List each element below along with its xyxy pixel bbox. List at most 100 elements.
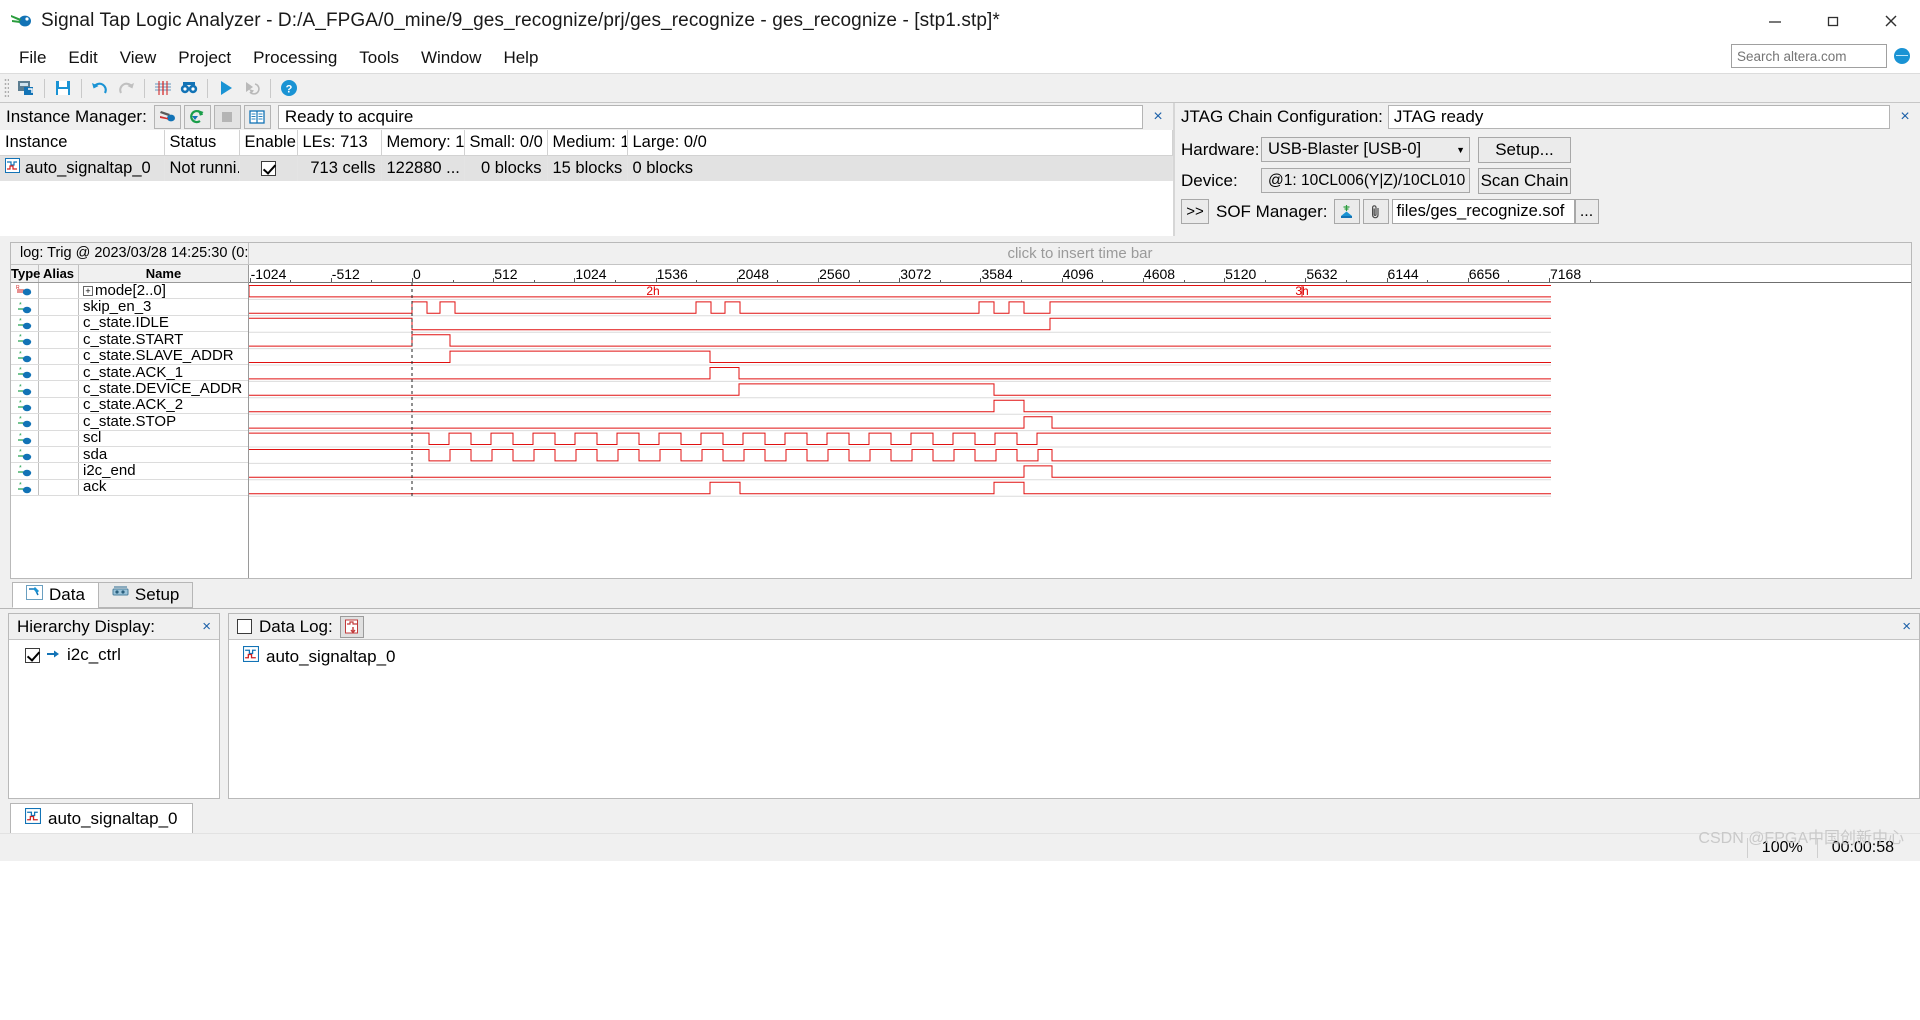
col-enable[interactable]: Enable (239, 130, 298, 156)
signal-alias-cell[interactable] (39, 446, 79, 463)
menu-view[interactable]: View (109, 45, 168, 71)
col-name[interactable]: Name (79, 265, 248, 282)
menu-processing[interactable]: Processing (242, 45, 348, 71)
menu-file[interactable]: File (8, 45, 57, 71)
signal-alias-cell[interactable] (39, 381, 79, 397)
signal-row[interactable]: * scl (11, 430, 248, 447)
col-medium[interactable]: Medium: 1! (547, 130, 628, 156)
col-small[interactable]: Small: 0/0 (464, 130, 548, 156)
signal-alias-cell[interactable] (39, 397, 79, 414)
jtag-status-field[interactable]: JTAG ready (1387, 104, 1890, 129)
hierarchy-checkbox[interactable] (25, 647, 40, 663)
col-alias[interactable]: Alias (39, 265, 79, 282)
redo-icon[interactable] (113, 75, 139, 101)
help-icon[interactable]: ? (276, 75, 302, 101)
col-large[interactable]: Large: 0/0 (627, 130, 1173, 156)
signal-row[interactable]: * c_state.STOP (11, 414, 248, 431)
close-button[interactable] (1862, 0, 1920, 42)
signal-row[interactable]: * i2c_end (11, 463, 248, 480)
waveform-plot[interactable]: 2h 3h (249, 283, 1911, 503)
list-item[interactable]: i2c_ctrl (9, 640, 219, 665)
signal-row[interactable]: * skip_en_3 (11, 299, 248, 316)
close-instance-panel-button[interactable]: × (1143, 105, 1173, 129)
signal-alias-cell[interactable] (39, 283, 79, 299)
signal-alias-cell[interactable] (39, 299, 79, 315)
new-stp-icon[interactable] (13, 75, 39, 101)
signal-alias-cell[interactable] (39, 463, 79, 479)
menu-window[interactable]: Window (410, 45, 492, 71)
signal-alias-cell[interactable] (39, 430, 79, 446)
paperclip-icon[interactable] (1362, 199, 1389, 224)
close-hierarchy-button[interactable]: × (198, 618, 215, 635)
signal-row[interactable]: * c_state.SLAVE_ADDR (11, 348, 248, 365)
maximize-button[interactable] (1804, 0, 1862, 42)
sof-browse-button[interactable]: ... (1574, 199, 1599, 224)
sof-expand-button[interactable]: >> (1181, 199, 1209, 224)
tab-setup[interactable]: Setup (97, 582, 194, 608)
signal-alias-cell[interactable] (39, 332, 79, 348)
sof-file-field[interactable]: files/ges_recognize.sof (1391, 199, 1575, 224)
col-memory[interactable]: Memory: 1 (381, 130, 465, 156)
col-les[interactable]: LEs: 713 (297, 130, 382, 156)
menu-help[interactable]: Help (492, 45, 549, 71)
signal-row[interactable]: * c_state.START (11, 332, 248, 349)
col-status[interactable]: Status (164, 130, 240, 156)
signal-alias-cell[interactable] (39, 479, 79, 496)
scan-chain-button[interactable]: Scan Chain (1478, 167, 1571, 194)
enable-checkbox[interactable] (260, 160, 276, 176)
ruler-minor-tick (1589, 280, 1591, 282)
close-data-log-button[interactable]: × (1898, 618, 1915, 635)
close-jtag-panel-button[interactable]: × (1890, 105, 1920, 129)
signal-row[interactable]: * c_state.IDLE (11, 315, 248, 333)
setup-tab-icon (112, 585, 129, 605)
instance-status-field[interactable]: Ready to acquire (277, 104, 1143, 129)
menu-project[interactable]: Project (167, 45, 242, 71)
signal-alias-cell[interactable] (39, 315, 79, 332)
signal-row[interactable]: * c_state.ACK_1 (11, 364, 248, 382)
table-row[interactable]: auto_signaltap_0 Not runni... 713 cells … (0, 155, 1173, 181)
signal-row[interactable]: R + mode[2..0] (11, 283, 248, 300)
insert-node-icon[interactable] (150, 75, 176, 101)
data-log-checkbox[interactable] (237, 619, 252, 634)
col-instance[interactable]: Instance (0, 130, 165, 156)
run-analysis-icon[interactable] (213, 75, 239, 101)
hardware-combobox[interactable]: USB-Blaster [USB-0] ▼ (1261, 137, 1470, 162)
device-combobox[interactable]: @1: 10CL006(Y|Z)/10CL010 ▼ (1261, 168, 1470, 193)
run-analysis-button[interactable] (153, 104, 181, 129)
autorun-analysis-button[interactable] (183, 104, 211, 129)
signal-alias-cell[interactable] (39, 414, 79, 430)
insert-time-bar-hint[interactable]: click to insert time bar (249, 243, 1911, 264)
expand-icon[interactable]: + (83, 285, 93, 296)
tab-setup-label: Setup (134, 585, 180, 604)
search-input[interactable] (1731, 44, 1887, 68)
menu-tools[interactable]: Tools (348, 45, 410, 71)
minimize-button[interactable] (1746, 0, 1804, 42)
signal-row[interactable]: * c_state.ACK_2 (11, 397, 248, 415)
col-type[interactable]: Type (11, 265, 40, 282)
document-tab[interactable]: auto_signaltap_0 (10, 803, 193, 833)
signal-alias-cell[interactable] (39, 364, 79, 381)
globe-icon[interactable] (1894, 48, 1910, 64)
stop-analysis-button[interactable] (213, 104, 241, 129)
toolbar-grip[interactable] (4, 78, 9, 98)
read-data-button[interactable] (243, 104, 271, 129)
find-icon[interactable] (176, 75, 202, 101)
signal-row[interactable]: * sda (11, 446, 248, 464)
setup-button[interactable]: Setup... (1478, 136, 1571, 163)
program-device-icon[interactable] (1333, 199, 1360, 224)
undo-icon[interactable] (87, 75, 113, 101)
signal-row[interactable]: * c_state.DEVICE_ADDR (11, 381, 248, 398)
autorun-icon[interactable] (239, 75, 265, 101)
data-tab-icon (26, 585, 43, 605)
data-log-icon[interactable] (339, 615, 364, 638)
time-ruler[interactable]: -1024 -512 0 512 1024 1536 2048 2560 3072 3584 409… (249, 265, 1911, 283)
signal-alias-cell[interactable] (39, 348, 79, 364)
save-icon[interactable] (50, 75, 76, 101)
tab-data[interactable]: Data (12, 582, 99, 608)
cell-enable[interactable] (239, 155, 298, 181)
signal-row[interactable]: * ack (11, 479, 248, 497)
ruler-minor-tick (533, 280, 535, 282)
menu-edit[interactable]: Edit (57, 45, 108, 71)
svg-text:*: * (19, 384, 22, 391)
list-item[interactable]: auto_signaltap_0 (229, 640, 1919, 667)
